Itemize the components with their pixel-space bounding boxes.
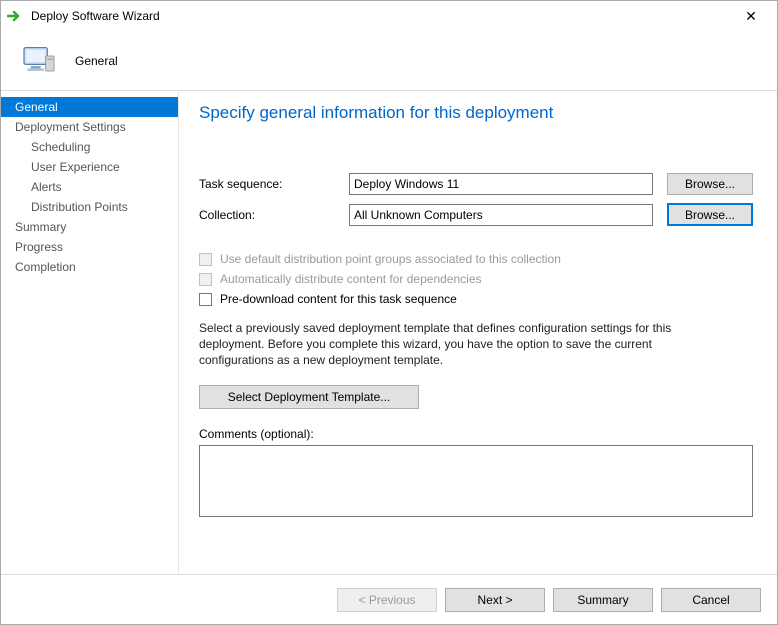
checkbox-icon (199, 253, 212, 266)
checkbox-icon (199, 273, 212, 286)
checkbox-icon (199, 293, 212, 306)
sidebar-item-distribution-points[interactable]: Distribution Points (1, 197, 178, 217)
main-panel: Specify general information for this dep… (179, 91, 777, 574)
cancel-button[interactable]: Cancel (661, 588, 761, 612)
collection-label: Collection: (199, 208, 349, 222)
sidebar-item-general[interactable]: General (1, 97, 178, 117)
window-title: Deploy Software Wizard (31, 9, 731, 23)
sidebar-item-summary[interactable]: Summary (1, 217, 178, 237)
close-button[interactable]: ✕ (731, 8, 771, 25)
browse-task-sequence-button[interactable]: Browse... (667, 173, 753, 195)
wizard-arrow-icon (7, 9, 25, 23)
next-button[interactable]: Next > (445, 588, 545, 612)
sidebar-item-deployment-settings[interactable]: Deployment Settings (1, 117, 178, 137)
sidebar-item-user-experience[interactable]: User Experience (1, 157, 178, 177)
checkbox-auto-distribute: Automatically distribute content for dep… (199, 272, 753, 286)
comments-label: Comments (optional): (199, 427, 753, 441)
sidebar-item-alerts[interactable]: Alerts (1, 177, 178, 197)
collection-input[interactable] (349, 204, 653, 226)
summary-button[interactable]: Summary (553, 588, 653, 612)
task-sequence-label: Task sequence: (199, 177, 349, 191)
header-band: General (1, 31, 777, 91)
template-help-text: Select a previously saved deployment tem… (199, 320, 729, 369)
sidebar-item-scheduling[interactable]: Scheduling (1, 137, 178, 157)
select-deployment-template-button[interactable]: Select Deployment Template... (199, 385, 419, 409)
checkbox-label: Use default distribution point groups as… (220, 252, 561, 266)
computer-icon (19, 41, 59, 81)
wizard-footer: < Previous Next > Summary Cancel (1, 574, 777, 624)
checkbox-default-dp-groups: Use default distribution point groups as… (199, 252, 753, 266)
task-sequence-input[interactable] (349, 173, 653, 195)
titlebar: Deploy Software Wizard ✕ (1, 1, 777, 31)
previous-button: < Previous (337, 588, 437, 612)
checkbox-predownload[interactable]: Pre-download content for this task seque… (199, 292, 753, 306)
checkbox-label: Pre-download content for this task seque… (220, 292, 457, 306)
page-heading: Specify general information for this dep… (199, 103, 753, 123)
browse-collection-button[interactable]: Browse... (667, 203, 753, 226)
checkbox-label: Automatically distribute content for dep… (220, 272, 482, 286)
header-page-name: General (75, 54, 118, 68)
comments-textarea[interactable] (199, 445, 753, 517)
wizard-sidebar: General Deployment Settings Scheduling U… (1, 91, 179, 574)
sidebar-item-progress[interactable]: Progress (1, 237, 178, 257)
sidebar-item-completion[interactable]: Completion (1, 257, 178, 277)
